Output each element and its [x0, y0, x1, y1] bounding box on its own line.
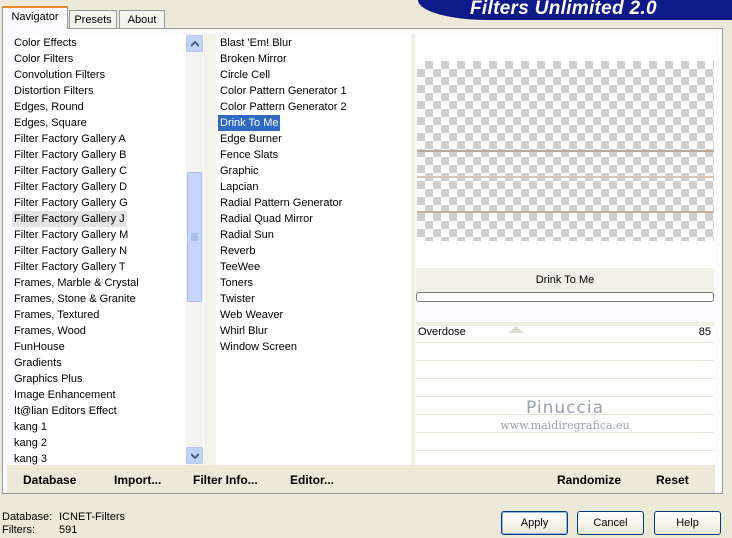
selected-filter-title: Drink To Me [416, 268, 714, 292]
grip-icon [191, 233, 198, 241]
filter-item[interactable]: Graphic [218, 163, 261, 179]
param-row-divider [416, 360, 714, 361]
category-item[interactable]: Filter Factory Gallery D [12, 179, 129, 195]
watermark-site: www.maidiregrafica.eu [500, 419, 630, 432]
slider-thumb[interactable] [508, 326, 524, 333]
editor-button[interactable]: Editor... [290, 471, 334, 489]
category-item[interactable]: Edges, Round [12, 99, 86, 115]
param-row-divider [416, 342, 714, 343]
category-item[interactable]: Filter Factory Gallery G [12, 195, 130, 211]
filter-item[interactable]: Lapcian [218, 179, 261, 195]
category-item[interactable]: It@lian Editors Effect [12, 403, 119, 419]
category-item[interactable]: FunHouse [12, 339, 67, 355]
filter-item[interactable]: Twister [218, 291, 257, 307]
category-item[interactable]: Image Enhancement [12, 387, 118, 403]
filter-item[interactable]: Whirl Blur [218, 323, 270, 339]
category-item[interactable]: Gradients [12, 355, 64, 371]
category-item[interactable]: Frames, Textured [12, 307, 101, 323]
database-value: ICNET-Filters [59, 511, 125, 523]
database-label: Database: [2, 511, 53, 523]
filters-count-value: 591 [59, 524, 78, 536]
category-item[interactable]: kang 1 [12, 419, 49, 435]
cancel-button[interactable]: Cancel [577, 511, 644, 535]
preview-stripe [417, 150, 714, 152]
category-scrollbar[interactable] [186, 34, 203, 465]
filter-item[interactable]: Radial Sun [218, 227, 276, 243]
app-title: Filters Unlimited 2.0 [470, 0, 657, 19]
filter-item[interactable]: Radial Quad Mirror [218, 211, 315, 227]
preview-stripe [417, 176, 714, 178]
category-list[interactable]: Color Effects Color Filters Convolution Fi… [10, 34, 186, 465]
preview-stripe [417, 211, 714, 213]
param-row-divider [416, 378, 714, 379]
title-banner: Filters Unlimited 2.0 [418, 0, 732, 20]
category-item[interactable]: Convolution Filters [12, 67, 107, 83]
category-item[interactable]: Color Filters [12, 51, 75, 67]
filter-item[interactable]: Fence Slats [218, 147, 280, 163]
filter-item[interactable]: Radial Pattern Generator [218, 195, 344, 211]
category-item[interactable]: Edges, Square [12, 115, 89, 131]
tab-presets[interactable]: Presets [69, 10, 117, 28]
category-item[interactable]: Frames, Marble & Crystal [12, 275, 141, 291]
scroll-up-button[interactable] [186, 35, 203, 52]
scroll-thumb[interactable] [187, 172, 202, 302]
category-item[interactable]: Filter Factory Gallery B [12, 147, 128, 163]
category-item[interactable]: Filter Factory Gallery C [12, 163, 129, 179]
category-item[interactable]: Color Effects [12, 35, 79, 51]
category-item[interactable]: Filter Factory Gallery T [12, 259, 128, 275]
filter-item[interactable]: TeeWee [218, 259, 262, 275]
category-item[interactable]: Frames, Stone & Granite [12, 291, 138, 307]
param-label: Overdose [418, 326, 466, 338]
filter-item[interactable]: Web Weaver [218, 307, 285, 323]
category-item[interactable]: Filter Factory Gallery M [12, 227, 130, 243]
filter-info-button[interactable]: Filter Info... [193, 471, 258, 489]
filter-item[interactable]: Edge Burner [218, 131, 284, 147]
category-item[interactable]: Frames, Wood [12, 323, 88, 339]
filter-item[interactable]: Blast 'Em! Blur [218, 35, 294, 51]
watermark-name: Pinuccia [526, 398, 604, 418]
category-item[interactable]: Filter Factory Gallery N [12, 243, 129, 259]
reset-button[interactable]: Reset [656, 471, 689, 489]
filter-item[interactable]: Broken Mirror [218, 51, 289, 67]
filter-list[interactable]: Blast 'Em! Blur Broken Mirror Circle Cell C… [216, 34, 411, 465]
category-item[interactable]: Filter Factory Gallery J [12, 211, 127, 227]
database-button[interactable]: Database [23, 471, 76, 489]
filter-item[interactable]: Reverb [218, 243, 257, 259]
filter-item[interactable]: Color Pattern Generator 2 [218, 99, 349, 115]
help-button[interactable]: Help [654, 511, 721, 535]
filter-item[interactable]: Toners [218, 275, 255, 291]
parameter-panel: Overdose 85 [416, 322, 714, 465]
category-item[interactable]: Filter Factory Gallery A [12, 131, 128, 147]
filters-count-label: Filters: [2, 524, 35, 536]
scroll-down-button[interactable] [186, 447, 203, 464]
category-item[interactable]: Graphics Plus [12, 371, 84, 387]
category-item[interactable]: Distortion Filters [12, 83, 95, 99]
tab-about[interactable]: About [119, 10, 165, 28]
progress-bar [416, 292, 714, 302]
chevron-up-icon [191, 41, 199, 47]
param-row-divider [416, 432, 714, 433]
apply-button[interactable]: Apply [501, 511, 568, 535]
category-item[interactable]: kang 2 [12, 435, 49, 451]
import-button[interactable]: Import... [114, 471, 161, 489]
randomize-button[interactable]: Randomize [557, 471, 621, 489]
tab-navigator[interactable]: Navigator [2, 6, 68, 29]
param-row-divider [416, 396, 714, 397]
filter-item[interactable]: Color Pattern Generator 1 [218, 83, 349, 99]
param-row-divider [416, 450, 714, 451]
list-divider [204, 34, 216, 465]
filter-item[interactable]: Circle Cell [218, 67, 272, 83]
list-divider [411, 34, 415, 465]
filter-item[interactable]: Window Screen [218, 339, 299, 355]
chevron-down-icon [191, 453, 199, 459]
param-value: 85 [698, 326, 711, 338]
filter-item[interactable]: Drink To Me [218, 115, 281, 131]
